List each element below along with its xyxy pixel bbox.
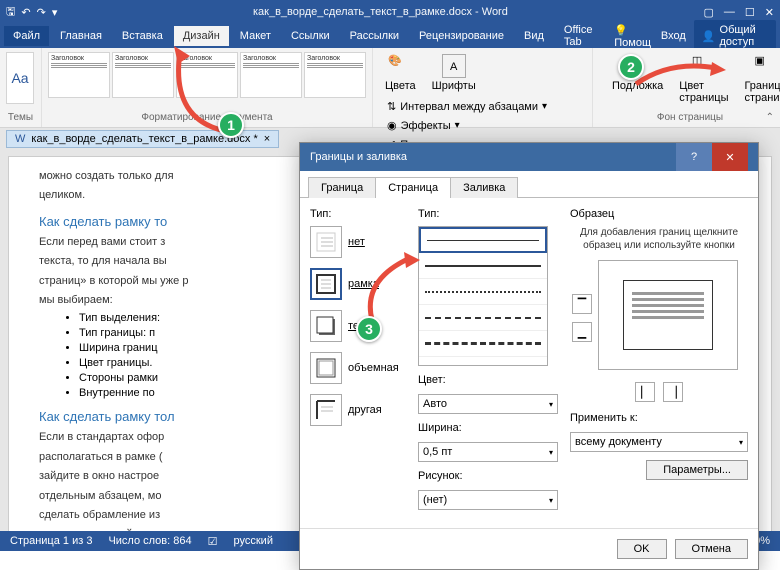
ribbon-options-icon[interactable]: ▢	[704, 6, 714, 19]
colors-button[interactable]: 🎨Цвета	[379, 52, 422, 94]
setting-none[interactable]	[310, 226, 342, 258]
dialog-titlebar: Границы и заливка ? ✕	[300, 143, 758, 171]
spacing-icon: ⇅	[387, 100, 396, 113]
minimize-icon[interactable]: —	[724, 6, 735, 19]
style-label: Тип:	[418, 208, 558, 220]
setting-box[interactable]	[310, 268, 342, 300]
callout-2: 2	[618, 54, 644, 80]
page-borders-button[interactable]: ▣Границы страниц	[738, 52, 780, 106]
word-file-icon: W	[15, 133, 25, 145]
window-title: как_в_ворде_сделать_текст_в_рамке.docx -…	[57, 6, 703, 18]
color-combo[interactable]: Авто	[418, 394, 558, 414]
quick-access-toolbar: 🖫 ↶ ↷ ▾	[6, 3, 57, 22]
setting-3d[interactable]	[310, 352, 342, 384]
callout-3: 3	[356, 316, 382, 342]
undo-icon[interactable]: ↶	[21, 6, 30, 19]
dialog-tab-fill[interactable]: Заливка	[450, 177, 518, 198]
style-option[interactable]	[419, 253, 547, 279]
preview-label: Образец	[570, 208, 748, 220]
tab-home[interactable]: Главная	[51, 26, 111, 46]
word-count[interactable]: Число слов: 864	[108, 535, 191, 547]
dialog-tabs: Граница Страница Заливка	[300, 171, 758, 198]
borders-shading-dialog: Границы и заливка ? ✕ Граница Страница З…	[299, 142, 759, 570]
callout-1: 1	[218, 112, 244, 138]
tab-mailings[interactable]: Рассылки	[341, 26, 408, 46]
effects-button[interactable]: ◉Эффекты ▾	[383, 117, 551, 134]
font-icon: A	[442, 54, 466, 78]
dialog-tab-border[interactable]: Граница	[308, 177, 376, 198]
dialog-tab-page[interactable]: Страница	[375, 177, 451, 198]
apply-to-combo[interactable]: всему документу	[570, 432, 748, 452]
maximize-icon[interactable]: ☐	[745, 6, 755, 19]
ok-button[interactable]: OK	[617, 539, 667, 559]
tab-references[interactable]: Ссылки	[282, 26, 339, 46]
dialog-close-button[interactable]: ✕	[712, 143, 748, 171]
edge-right-button[interactable]: ▕	[663, 382, 683, 402]
params-button[interactable]: Параметры...	[646, 460, 748, 480]
setting-shadow[interactable]	[310, 310, 342, 342]
style-option[interactable]	[419, 331, 547, 357]
style-option[interactable]	[419, 279, 547, 305]
collapse-ribbon-icon[interactable]: ⌃	[766, 112, 774, 123]
edge-left-button[interactable]: ▏	[635, 382, 655, 402]
close-tab-icon[interactable]: ×	[264, 133, 270, 145]
edge-top-button[interactable]: ▔	[572, 294, 592, 314]
signin-button[interactable]: Вход	[661, 30, 686, 42]
fonts-button[interactable]: AШрифты	[426, 52, 482, 94]
palette-icon: 🎨	[388, 54, 412, 78]
style-gallery-item[interactable]: Заголовок	[304, 52, 366, 98]
tab-view[interactable]: Вид	[515, 26, 553, 46]
preview-hint: Для добавления границ щелкните образец и…	[570, 226, 748, 252]
edge-bottom-button[interactable]: ▁	[572, 322, 592, 342]
preview-box[interactable]	[598, 260, 738, 370]
style-option[interactable]	[419, 227, 547, 253]
ribbon-tabs: Файл Главная Вставка Дизайн Макет Ссылки…	[0, 24, 780, 48]
cancel-button[interactable]: Отмена	[675, 539, 748, 559]
art-combo[interactable]: (нет)	[418, 490, 558, 510]
style-option[interactable]	[419, 305, 547, 331]
setting-custom[interactable]	[310, 394, 342, 426]
redo-icon[interactable]: ↷	[37, 6, 46, 19]
dialog-help-button[interactable]: ?	[676, 143, 712, 171]
setting-label: Тип:	[310, 208, 406, 220]
language-status[interactable]: русский	[234, 535, 273, 547]
window-controls: ▢ — ☐ ✕	[704, 6, 775, 19]
proofing-icon[interactable]: ☑	[208, 535, 218, 548]
width-combo[interactable]: 0,5 пт	[418, 442, 558, 462]
close-icon[interactable]: ✕	[765, 6, 774, 19]
page-borders-icon: ▣	[754, 54, 778, 78]
tab-file[interactable]: Файл	[4, 26, 49, 46]
dialog-title: Границы и заливка	[310, 151, 407, 163]
paragraph-spacing-button[interactable]: ⇅Интервал между абзацами ▾	[383, 98, 551, 115]
help-button[interactable]: 💡 Помощ	[614, 24, 653, 49]
save-icon[interactable]: 🖫	[6, 3, 15, 22]
effects-icon: ◉	[387, 119, 397, 132]
page-status[interactable]: Страница 1 из 3	[10, 535, 92, 547]
tab-review[interactable]: Рецензирование	[410, 26, 513, 46]
style-gallery-item[interactable]: Заголовок	[48, 52, 110, 98]
themes-button[interactable]: Aa	[6, 52, 34, 104]
border-style-list[interactable]	[418, 226, 548, 366]
